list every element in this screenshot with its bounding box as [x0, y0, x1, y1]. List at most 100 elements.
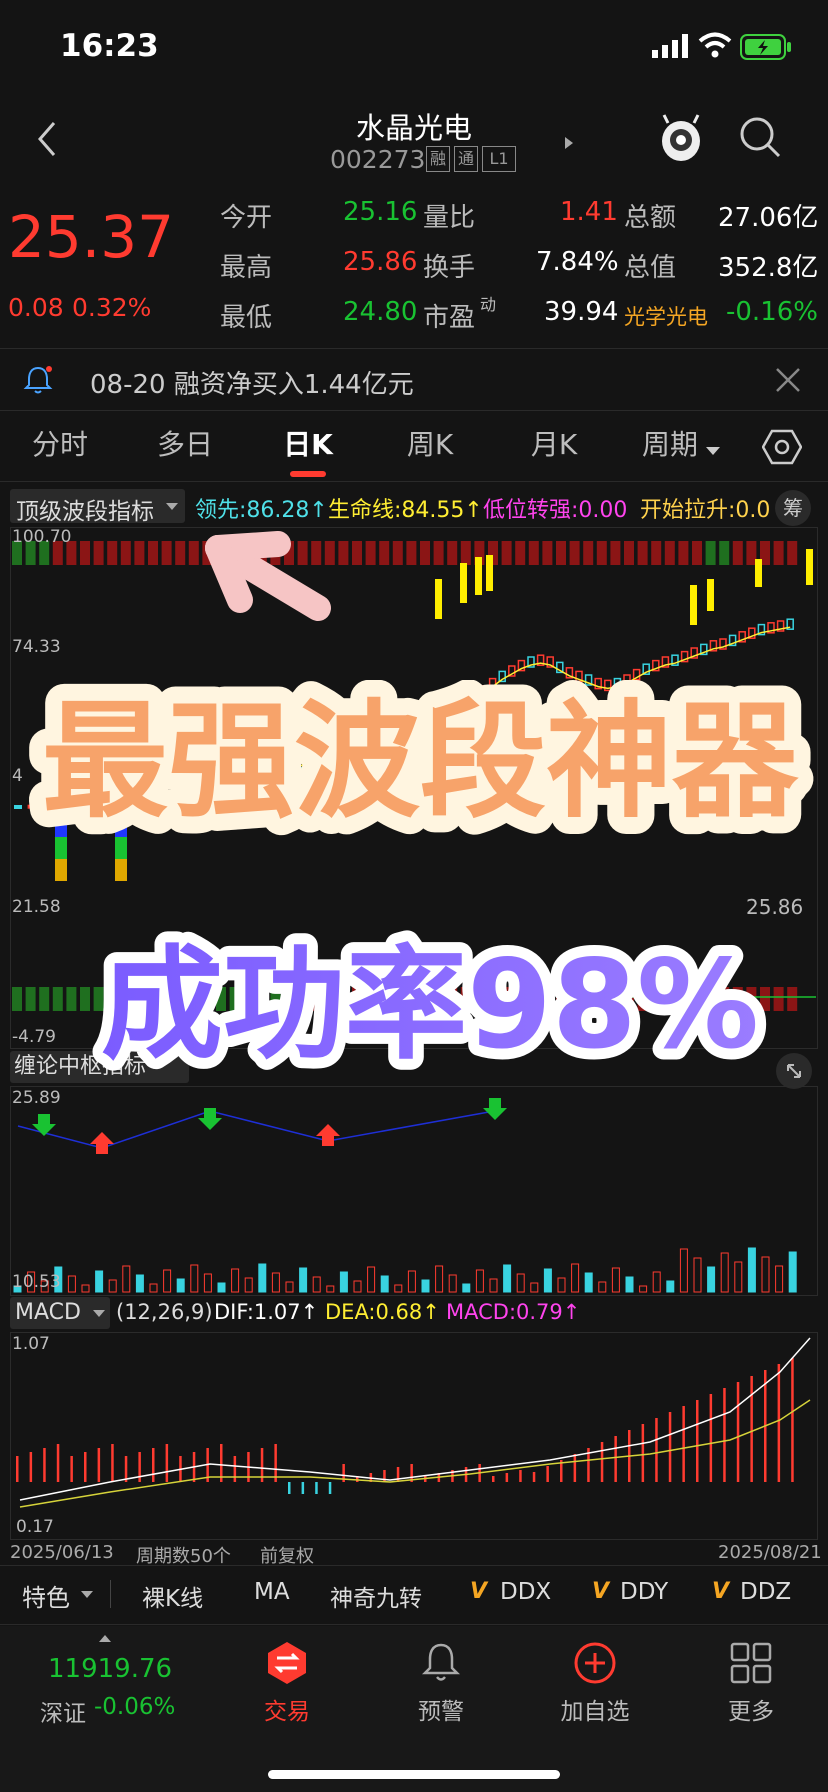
down-arrow-icon: [32, 1114, 56, 1136]
index-value[interactable]: 11919.76: [48, 1654, 172, 1684]
volume-bar: [557, 1277, 566, 1293]
indicator-ddx[interactable]: DDX: [500, 1579, 551, 1605]
signal-band-bar: [705, 541, 716, 565]
signal-band-bar: [12, 987, 22, 1011]
tick-25-89: 25.89: [12, 1088, 61, 1108]
volume-bar: [67, 1275, 76, 1293]
macd-bar: [614, 1436, 617, 1482]
macd-bar: [84, 1452, 87, 1482]
signal-band-bar: [637, 541, 648, 565]
label-volume-ratio: 量比: [423, 203, 476, 233]
value-turnover-rate: 7.84%: [536, 247, 619, 277]
nav-more[interactable]: 更多: [686, 1640, 816, 1726]
signal-band-bar: [651, 541, 662, 565]
signal-band-bar: [664, 541, 675, 565]
indicator-ma[interactable]: MA: [254, 1579, 290, 1605]
up-arrow-icon: [90, 1132, 114, 1154]
volume-bar: [639, 1285, 648, 1293]
signal-band-bar: [134, 541, 145, 565]
macd-bar: [641, 1424, 645, 1482]
value-pe: 39.94: [544, 297, 619, 327]
special-indicator-menu[interactable]: 特色: [22, 1578, 70, 1613]
value-turnover-amount: 27.06亿: [718, 203, 819, 233]
legend-lifeline: 生命线:84.55↑: [328, 498, 483, 523]
macd-bar: [288, 1482, 291, 1494]
macd-bar: [750, 1376, 753, 1482]
macd-bar: [70, 1456, 73, 1482]
chip-distribution-button[interactable]: 筹: [775, 490, 811, 526]
nav-add-watchlist[interactable]: 加自选: [530, 1640, 660, 1726]
indicator-ddy[interactable]: DDY: [620, 1579, 668, 1605]
bell-icon: [22, 364, 54, 400]
next-stock-icon[interactable]: [563, 135, 575, 155]
tick-100-70: 100.70: [12, 527, 72, 547]
label-pe: 市盈: [423, 303, 476, 333]
signal-band-bar: [501, 541, 512, 565]
volume-bar: [571, 1263, 580, 1293]
label-market-cap: 总值: [624, 253, 677, 283]
legend-low-strong: 低位转强:0.00: [483, 498, 628, 523]
macd-bar: [492, 1476, 495, 1482]
down-arrow-icon: [198, 1108, 222, 1130]
price-change-pct: 0.32%: [72, 293, 152, 322]
volume-bar: [530, 1282, 539, 1293]
mascot-icon[interactable]: [658, 113, 704, 169]
tab-monthly-k[interactable]: 月K: [504, 413, 604, 481]
signal-band-bar: [80, 541, 90, 565]
indicator-magic-nine[interactable]: 神奇九转: [330, 1579, 422, 1613]
volume-bar: [761, 1256, 770, 1293]
bottom-nav: 11919.76 深证 -0.06% 交易 预警 加自选 更多: [0, 1626, 828, 1792]
macd-bar: [97, 1448, 101, 1482]
indicator-ddz[interactable]: DDZ: [740, 1579, 791, 1605]
tab-weekly-k[interactable]: 周K: [380, 413, 480, 481]
volume-bar: [244, 1277, 253, 1293]
signal-band-bar: [338, 541, 349, 565]
grid-icon: [730, 1642, 772, 1684]
macd-bar: [124, 1456, 128, 1482]
chevron-down-icon[interactable]: [705, 441, 721, 460]
settings-hexagon-icon[interactable]: [761, 427, 803, 471]
tab-period[interactable]: 周期: [630, 413, 710, 481]
indicator-bare-k[interactable]: 裸K线: [142, 1579, 203, 1613]
volume-bar: [666, 1280, 675, 1293]
signal-band-bar: [556, 541, 566, 565]
nav-add-watchlist-label: 加自选: [560, 1699, 630, 1725]
indicator-selector[interactable]: 顶级波段指标: [10, 489, 185, 525]
chevron-up-icon[interactable]: [98, 1634, 112, 1643]
macd-value: MACD:0.79↑: [446, 1300, 581, 1324]
macd-bar: [777, 1364, 781, 1482]
tab-intraday[interactable]: 分时: [10, 413, 110, 481]
signal-bar: [690, 585, 697, 625]
trade-icon: [268, 1642, 306, 1684]
volume-bar: [380, 1275, 389, 1293]
macd-bar: [736, 1382, 740, 1482]
signal-bar: [486, 555, 493, 591]
battery-icon: [740, 34, 792, 64]
volume-bar: [258, 1263, 267, 1293]
macd-selector[interactable]: MACD: [10, 1297, 110, 1329]
signal-band-bar: [161, 541, 172, 565]
tab-multiday[interactable]: 多日: [135, 413, 235, 481]
volume-bar: [353, 1280, 362, 1293]
volume-bar: [203, 1273, 212, 1293]
tick-1-07: 1.07: [12, 1334, 50, 1354]
nav-alert[interactable]: 预警: [376, 1640, 506, 1726]
close-icon[interactable]: [774, 366, 802, 398]
chan-indicator-chart[interactable]: [10, 1086, 816, 1294]
signal-band-bar: [732, 541, 743, 565]
badge-level1: L1: [482, 146, 516, 172]
volume-bar: [217, 1282, 226, 1293]
sector-name[interactable]: 光学光电: [624, 301, 708, 331]
macd-bar: [532, 1472, 536, 1482]
nav-trade[interactable]: 交易: [222, 1640, 352, 1726]
last-price-label: 25.86: [746, 895, 804, 919]
volume-bar: [231, 1268, 240, 1293]
search-icon[interactable]: [738, 115, 782, 163]
volume-bar: [407, 1270, 416, 1293]
volume-bar: [448, 1274, 457, 1293]
notice-bar[interactable]: 08-20 融资净买入1.44亿元: [0, 350, 828, 411]
macd-dif: DIF:1.07↑: [214, 1300, 319, 1324]
macd-chart[interactable]: [10, 1332, 816, 1538]
volume-bar: [734, 1261, 743, 1293]
signal-band-bar: [515, 541, 526, 565]
